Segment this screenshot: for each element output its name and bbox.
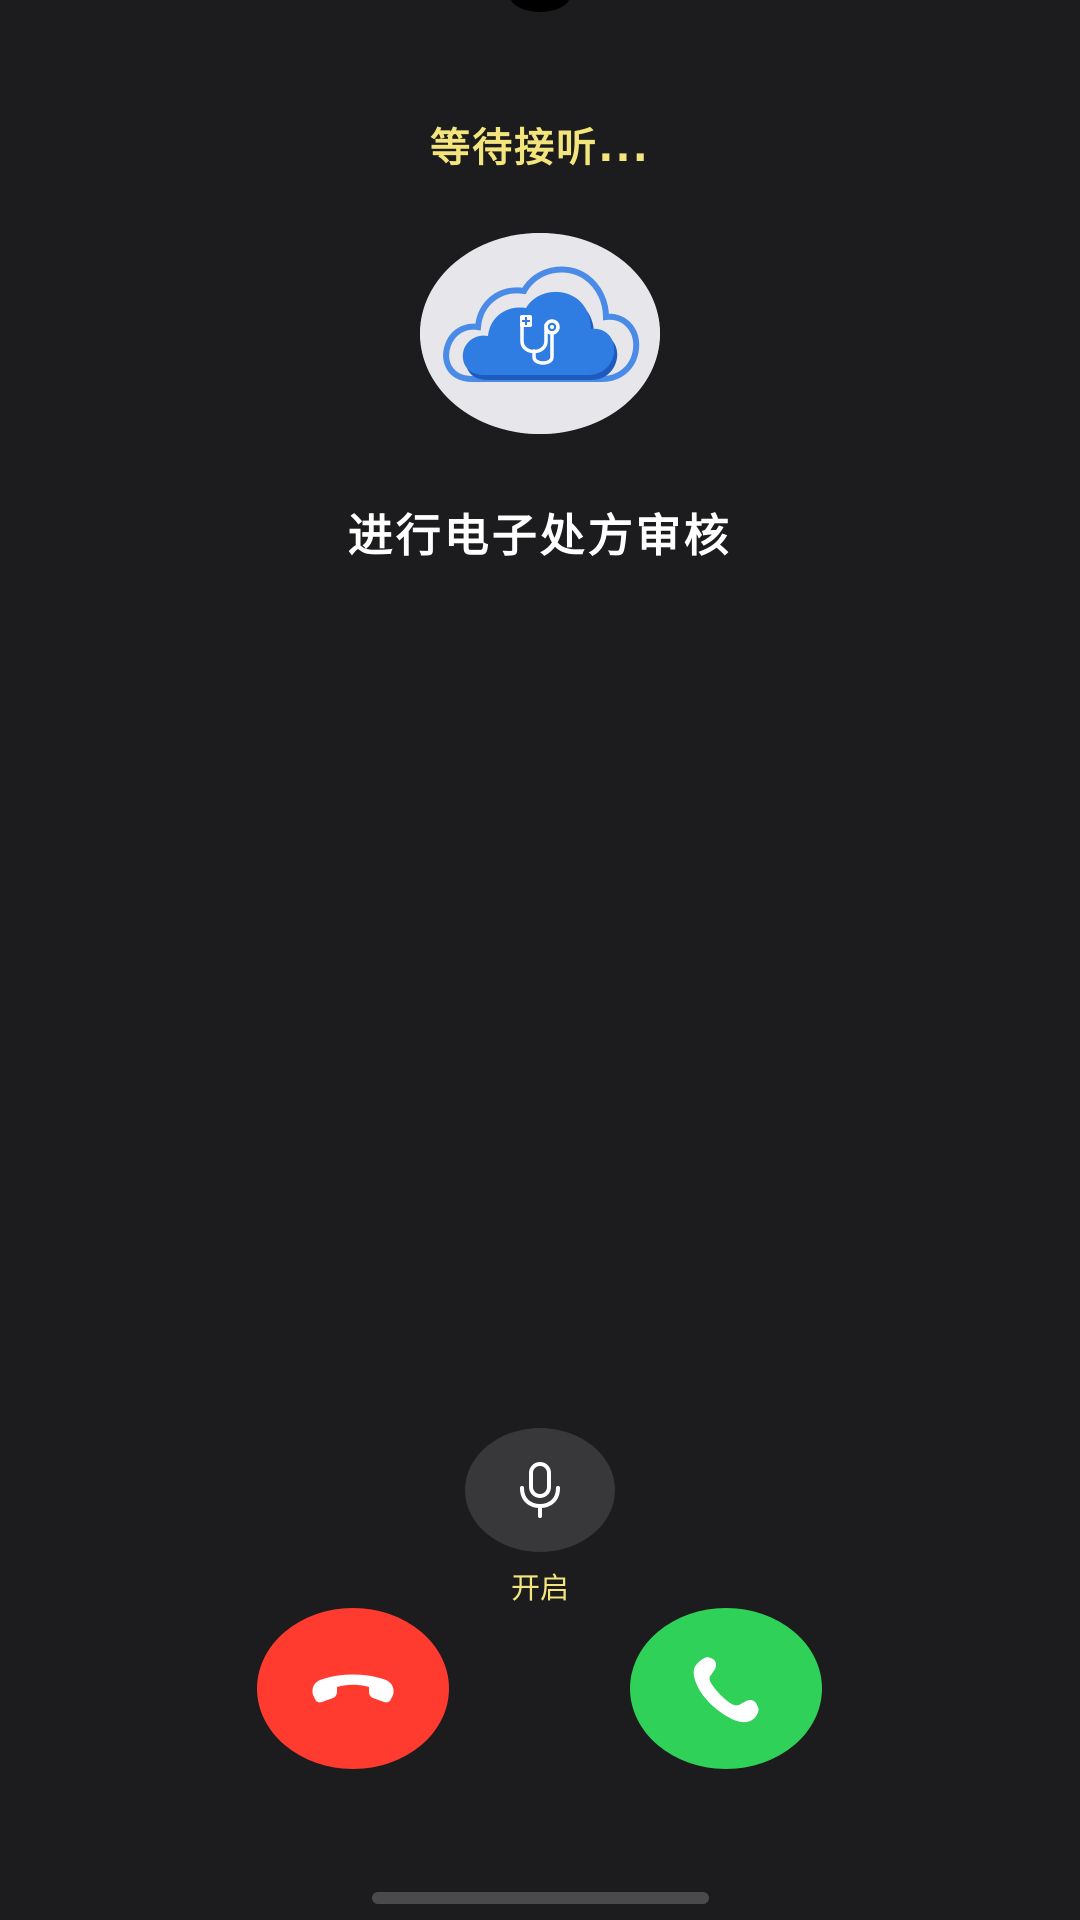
microphone-label: 开启 — [510, 1571, 569, 1605]
microphone-icon — [520, 1462, 560, 1518]
phone-icon — [693, 1656, 759, 1722]
microphone-toggle-button[interactable] — [465, 1428, 615, 1552]
call-status-text: 等待接听... — [430, 125, 650, 171]
top-camera-cutout — [510, 0, 570, 12]
caller-name: 进行电子处方审核 — [347, 509, 732, 562]
caller-avatar — [420, 233, 660, 434]
incoming-call-screen: 等待接听... 进行电子处方审核 开启 — [0, 0, 1080, 1920]
decline-call-button[interactable] — [257, 1608, 449, 1769]
phone-hangup-icon — [312, 1674, 394, 1702]
home-indicator[interactable] — [372, 1892, 709, 1904]
answer-call-button[interactable] — [630, 1608, 822, 1769]
cloud-stethoscope-icon — [420, 233, 660, 434]
